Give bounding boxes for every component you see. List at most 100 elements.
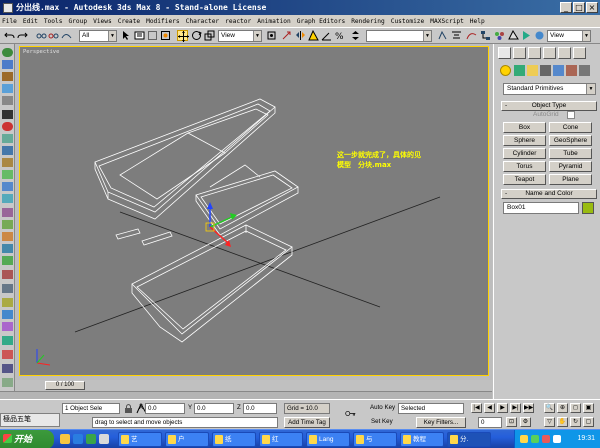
menu-graph-editors[interactable]: Graph Editors xyxy=(297,18,345,25)
previous-frame-icon[interactable]: ◀ xyxy=(484,403,495,413)
menu-help[interactable]: Help xyxy=(470,18,485,25)
create-tab-icon[interactable] xyxy=(498,47,511,59)
menu-group[interactable]: Group xyxy=(68,18,87,25)
ime-toolbar[interactable]: 極品五笔 xyxy=(0,413,60,427)
render-scene-icon[interactable] xyxy=(508,30,519,41)
arc-rotate-icon[interactable]: ↻ xyxy=(570,417,581,427)
geosphere-button[interactable]: GeoSphere xyxy=(549,135,592,146)
angle-snap-icon[interactable] xyxy=(321,30,332,41)
torus-button[interactable]: Torus xyxy=(503,161,546,172)
task-button-6[interactable]: 与 xyxy=(353,432,397,447)
tube-button[interactable]: Tube xyxy=(549,148,592,159)
spinner-snap-icon[interactable] xyxy=(350,30,361,41)
mirror-tool-icon[interactable] xyxy=(437,30,448,41)
select-by-name-icon[interactable] xyxy=(134,30,145,41)
next-frame-icon[interactable]: ▶| xyxy=(510,403,521,413)
systems-icon[interactable] xyxy=(579,65,590,76)
time-configuration-icon[interactable]: ⚙ xyxy=(520,417,531,427)
quicklaunch-icon-2[interactable] xyxy=(73,434,83,444)
teapot-button[interactable]: Teapot xyxy=(503,174,546,185)
snap-toggle-icon[interactable] xyxy=(308,30,319,41)
water-icon[interactable] xyxy=(2,194,13,203)
auto-key-label[interactable]: Auto Key xyxy=(370,404,395,411)
key-icon[interactable] xyxy=(345,408,361,420)
object-type-rollout[interactable]: - Object Type xyxy=(501,101,597,111)
set-key-label[interactable]: Set Key xyxy=(371,418,393,425)
menu-character[interactable]: Character xyxy=(186,18,220,25)
rigid-body-icon[interactable] xyxy=(2,48,13,57)
percent-snap-icon[interactable]: % xyxy=(334,30,345,41)
bind-space-warp-icon[interactable] xyxy=(61,30,72,41)
cloth-icon[interactable] xyxy=(2,60,13,69)
zoom-extents-all-icon[interactable]: ▣ xyxy=(583,403,594,413)
redo-icon[interactable] xyxy=(17,30,28,41)
rag-doll-icon[interactable] xyxy=(2,220,13,229)
menu-maxscript[interactable]: MAXScript xyxy=(430,18,464,25)
spring-icon[interactable] xyxy=(2,122,13,131)
motion-tab-icon[interactable] xyxy=(543,47,556,59)
undo-icon[interactable] xyxy=(4,30,15,41)
geometry-icon[interactable] xyxy=(500,65,511,76)
quick-render-icon[interactable] xyxy=(521,30,532,41)
dashpot-icon[interactable] xyxy=(2,134,13,143)
window-crossing-icon[interactable] xyxy=(160,30,171,41)
display-tab-icon[interactable] xyxy=(558,47,571,59)
tray-icon-2[interactable] xyxy=(531,435,539,443)
preview-animation-icon[interactable] xyxy=(2,364,13,373)
menu-modifiers[interactable]: Modifiers xyxy=(146,18,180,25)
constraint-solver-icon[interactable] xyxy=(2,208,13,217)
maximize-button[interactable]: □ xyxy=(573,2,585,13)
curve-editor-icon[interactable] xyxy=(466,30,477,41)
add-time-tag-button[interactable]: Add Time Tag xyxy=(284,417,330,428)
task-button-1[interactable]: 艺 xyxy=(118,432,162,447)
select-object-icon[interactable] xyxy=(121,30,132,41)
toy-car-icon[interactable] xyxy=(2,170,13,179)
menu-rendering[interactable]: Rendering xyxy=(351,18,385,25)
fracture-icon[interactable] xyxy=(2,182,13,191)
tray-icon-1[interactable] xyxy=(520,435,528,443)
menu-reactor[interactable]: reactor xyxy=(225,18,251,25)
cylinder-button[interactable]: Cylinder xyxy=(503,148,546,159)
task-button-8[interactable]: 分. xyxy=(447,432,491,447)
wind-icon[interactable] xyxy=(2,158,13,167)
key-mode-toggle-icon[interactable]: ⊡ xyxy=(506,417,517,427)
analyze-world-icon[interactable] xyxy=(2,350,13,359)
pivot-center-icon[interactable] xyxy=(266,30,277,41)
zoom-all-icon[interactable]: ⊕ xyxy=(557,403,568,413)
plane-icon[interactable] xyxy=(2,110,13,119)
lights-icon[interactable] xyxy=(527,65,538,76)
soft-body-modifier-icon[interactable] xyxy=(2,310,13,319)
quicklaunch-icon-1[interactable] xyxy=(60,434,70,444)
x-coordinate-input[interactable]: 0.0 xyxy=(145,403,185,414)
move-icon[interactable] xyxy=(177,30,189,42)
render-view-dropdown[interactable]: View ▼ xyxy=(547,30,591,42)
rope-modifier-icon[interactable] xyxy=(2,322,13,331)
space-warps-icon[interactable] xyxy=(566,65,577,76)
zoom-extents-icon[interactable]: ◻ xyxy=(570,403,581,413)
menu-edit[interactable]: Edit xyxy=(23,18,38,25)
create-animation-icon[interactable] xyxy=(2,378,13,387)
rect-selection-icon[interactable] xyxy=(147,30,158,41)
lock-selection-icon[interactable] xyxy=(123,403,133,413)
material-editor-icon[interactable] xyxy=(494,30,505,41)
task-button-3[interactable]: 纸 xyxy=(212,432,256,447)
task-button-2[interactable]: 户 xyxy=(165,432,209,447)
menu-file[interactable]: File xyxy=(2,18,17,25)
field-of-view-icon[interactable]: ▽ xyxy=(544,417,555,427)
minimize-button[interactable]: _ xyxy=(560,2,572,13)
go-to-start-icon[interactable]: |◀ xyxy=(471,403,482,413)
selection-filter-dropdown[interactable]: All ▼ xyxy=(79,30,117,42)
object-color-swatch[interactable] xyxy=(582,202,594,214)
select-manipulate-icon[interactable] xyxy=(281,30,292,41)
reference-coordinate-dropdown[interactable]: View ▼ xyxy=(218,30,262,42)
quicklaunch-icon-3[interactable] xyxy=(86,434,96,444)
volume-icon[interactable] xyxy=(553,435,561,443)
convexity-test-icon[interactable] xyxy=(2,336,13,345)
zoom-icon[interactable]: 🔍 xyxy=(544,403,555,413)
quicklaunch-icon-4[interactable] xyxy=(99,434,109,444)
unlink-icon[interactable] xyxy=(48,30,59,41)
menu-create[interactable]: Create xyxy=(118,18,140,25)
utilities-tab-icon[interactable] xyxy=(573,47,586,59)
box-button[interactable]: Box xyxy=(503,122,546,133)
plane-button[interactable]: Plane xyxy=(549,174,592,185)
